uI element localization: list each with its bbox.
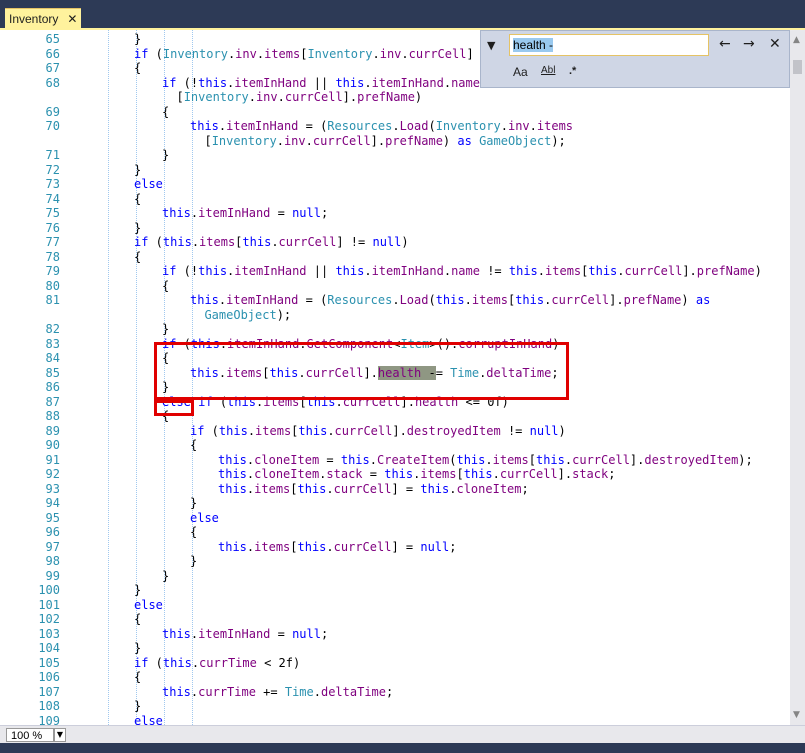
code-line[interactable]: {: [162, 105, 169, 119]
find-panel: ▼ health - ← → ✕ Aa Abl .*: [480, 30, 790, 88]
code-line[interactable]: }: [190, 554, 197, 568]
editor-bottom-bar: 100 % ▼: [0, 725, 805, 744]
code-line[interactable]: this.cloneItem.stack = this.items[this.c…: [218, 467, 615, 481]
code-line[interactable]: [Inventory.inv.currCell].prefName): [162, 90, 422, 104]
code-line[interactable]: this.cloneItem = this.CreateItem(this.it…: [218, 453, 753, 467]
code-line[interactable]: else: [134, 177, 163, 191]
code-line[interactable]: this.itemInHand = (Resources.Load(this.i…: [190, 293, 710, 307]
expand-replace-icon[interactable]: ▼: [487, 39, 495, 52]
code-line[interactable]: this.currTime += Time.deltaTime;: [162, 685, 393, 699]
code-line[interactable]: }: [134, 699, 141, 713]
code-line[interactable]: if (!this.itemInHand || this.itemInHand.…: [162, 76, 480, 90]
regex-toggle[interactable]: .*: [569, 65, 576, 77]
code-line[interactable]: {: [190, 438, 197, 452]
code-line[interactable]: else: [134, 598, 163, 612]
code-line[interactable]: }: [162, 569, 169, 583]
code-line[interactable]: {: [134, 250, 141, 264]
code-line[interactable]: else: [134, 714, 163, 726]
code-line[interactable]: this.itemInHand = null;: [162, 627, 328, 641]
tab-inventory[interactable]: Inventory ✕: [5, 8, 81, 28]
indent-guide: [108, 30, 109, 725]
code-line[interactable]: {: [134, 670, 141, 684]
code-line[interactable]: if (this.items[this.currCell] != null): [134, 235, 409, 249]
code-line[interactable]: }: [134, 641, 141, 655]
code-line[interactable]: }: [134, 32, 141, 46]
code-line[interactable]: }: [134, 583, 141, 597]
search-input[interactable]: health -: [509, 34, 709, 56]
code-line[interactable]: this.itemInHand = null;: [162, 206, 328, 220]
code-line[interactable]: }: [162, 322, 169, 336]
code-line[interactable]: if (this.items[this.currCell].destroyedI…: [190, 424, 566, 438]
close-icon[interactable]: ✕: [67, 12, 77, 26]
code-line[interactable]: }: [162, 148, 169, 162]
find-next-icon[interactable]: →: [743, 36, 755, 52]
code-line[interactable]: }: [134, 163, 141, 177]
highlight-box-else: [154, 400, 194, 416]
code-line[interactable]: {: [134, 612, 141, 626]
tab-label: Inventory: [9, 11, 59, 26]
vertical-scrollbar[interactable]: ▲ ▼: [790, 30, 805, 725]
find-previous-icon[interactable]: ←: [719, 36, 731, 52]
chevron-down-icon[interactable]: ▼: [54, 728, 66, 742]
code-line[interactable]: this.items[this.currCell] = this.cloneIt…: [218, 482, 529, 496]
highlight-box-if-block: [154, 342, 569, 400]
code-line[interactable]: {: [134, 61, 141, 75]
code-line[interactable]: this.items[this.currCell] = null;: [218, 540, 456, 554]
status-bar: [0, 743, 805, 753]
scroll-up-icon[interactable]: ▲: [793, 35, 800, 45]
code-line[interactable]: this.itemInHand = (Resources.Load(Invent…: [190, 119, 573, 133]
match-case-toggle[interactable]: Aa: [513, 65, 528, 79]
whole-word-toggle[interactable]: Abl: [541, 65, 555, 76]
code-line[interactable]: else: [190, 511, 219, 525]
code-line[interactable]: }: [134, 221, 141, 235]
code-line[interactable]: if (Inventory.inv.items[Inventory.inv.cu…: [134, 47, 495, 61]
title-bar: Inventory ✕: [0, 0, 805, 29]
code-line[interactable]: {: [134, 192, 141, 206]
code-editor[interactable]: 65 66 67 68 69 70 71 72 73 74 75 76 77 78 79 80 81 82 83 84…: [0, 30, 805, 725]
close-icon[interactable]: ✕: [769, 36, 781, 52]
search-text: health -: [513, 38, 554, 52]
code-line[interactable]: }: [190, 496, 197, 510]
code-line[interactable]: GameObject);: [190, 308, 291, 322]
zoom-level[interactable]: 100 %: [6, 728, 54, 742]
code-line[interactable]: {: [190, 525, 197, 539]
scroll-thumb[interactable]: [793, 60, 802, 74]
code-line[interactable]: {: [162, 279, 169, 293]
scroll-down-icon[interactable]: ▼: [793, 710, 800, 720]
code-line[interactable]: [Inventory.inv.currCell].prefName) as Ga…: [190, 134, 565, 148]
code-line[interactable]: if (!this.itemInHand || this.itemInHand.…: [162, 264, 762, 278]
code-line[interactable]: if (this.currTime < 2f): [134, 656, 300, 670]
